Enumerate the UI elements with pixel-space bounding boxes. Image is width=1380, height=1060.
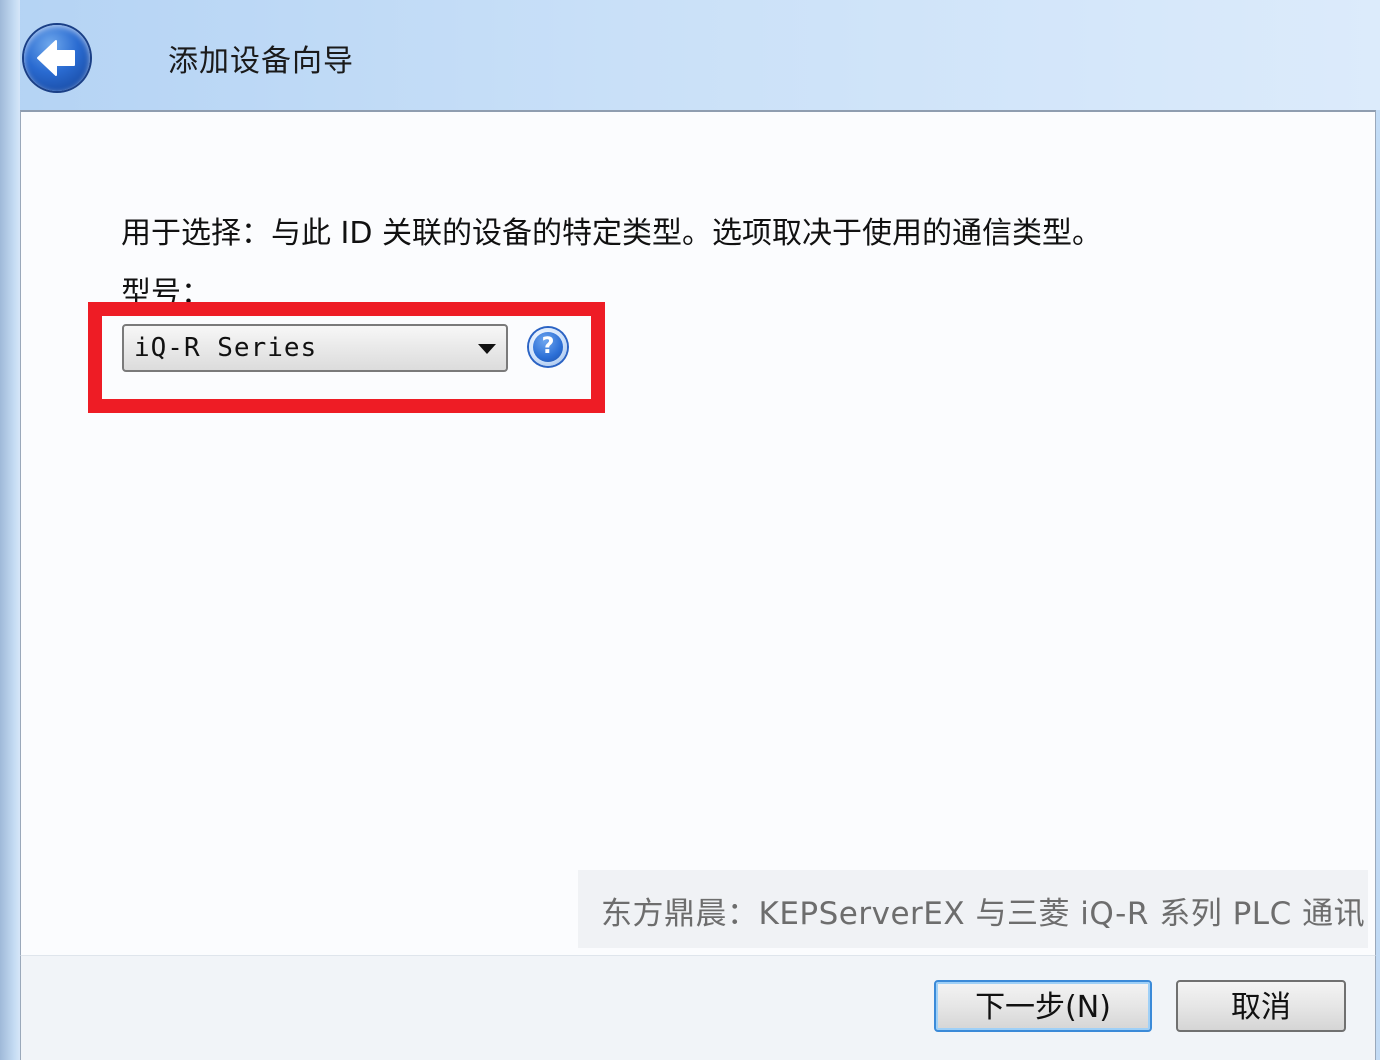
cancel-button[interactable]: 取消 (1176, 980, 1346, 1032)
watermark-banner: 东方鼎晨：KEPServerEX 与三菱 iQ-R 系列 PLC 通讯 (578, 870, 1368, 948)
title-bar: 添加设备向导 (0, 0, 1380, 110)
wizard-content-panel: 用于选择：与此 ID 关联的设备的特定类型。选项取决于使用的通信类型。 型号： … (20, 110, 1376, 955)
watermark-text: 东方鼎晨：KEPServerEX 与三菱 iQ-R 系列 PLC 通讯 (601, 896, 1366, 932)
help-question-icon: ? (533, 332, 563, 362)
back-arrow-icon (37, 40, 75, 76)
help-button[interactable]: ? (529, 328, 567, 366)
description-text: 用于选择：与此 ID 关联的设备的特定类型。选项取决于使用的通信类型。 (121, 216, 1103, 251)
wizard-footer: 下一步(N) 取消 (20, 955, 1376, 1060)
chevron-down-icon (478, 344, 496, 354)
next-button[interactable]: 下一步(N) (934, 980, 1152, 1032)
window-title: 添加设备向导 (168, 44, 354, 79)
highlight-annotation-box: iQ-R Series ? (88, 302, 605, 413)
back-button[interactable] (24, 25, 90, 91)
model-select[interactable]: iQ-R Series (122, 324, 508, 372)
model-select-value: iQ-R Series (134, 333, 318, 363)
wizard-window: 添加设备向导 用于选择：与此 ID 关联的设备的特定类型。选项取决于使用的通信类… (0, 0, 1380, 1060)
window-left-frame (0, 0, 20, 1060)
